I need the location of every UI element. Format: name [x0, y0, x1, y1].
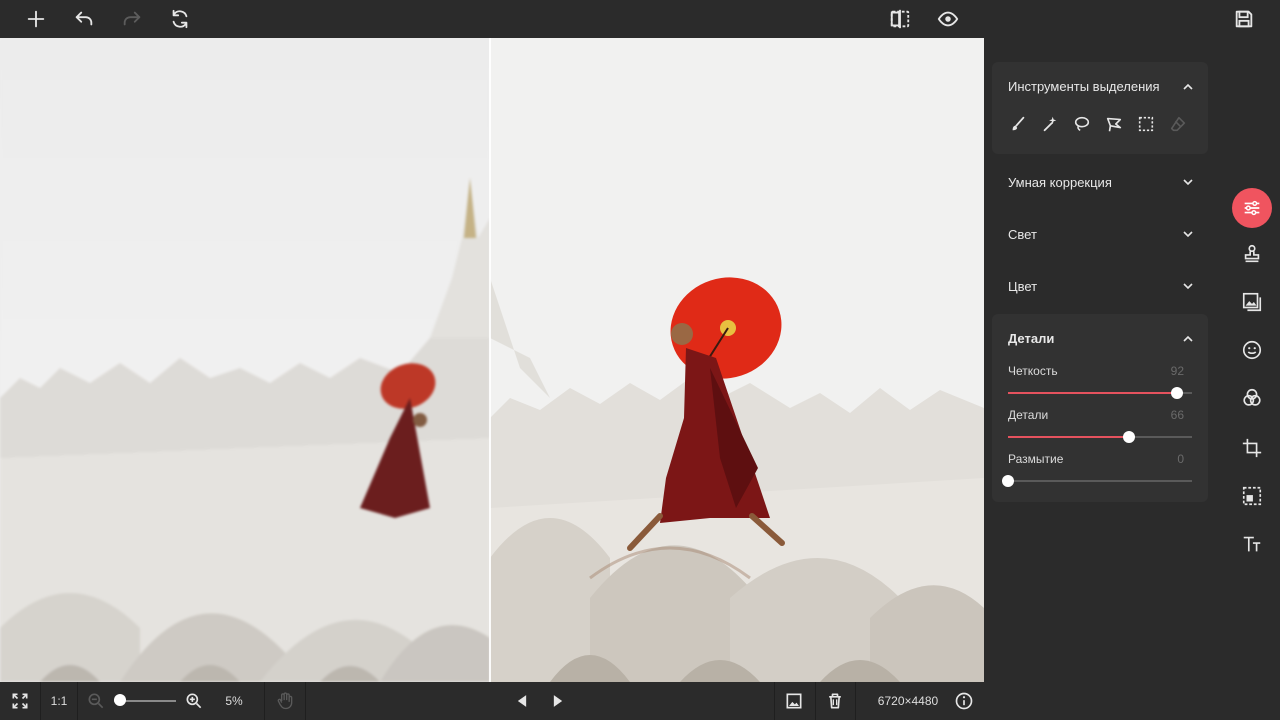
adjustments-panel: Инструменты выделения Умная коррекция Св…	[984, 38, 1224, 720]
tool-rail	[1224, 38, 1280, 720]
details-label: Детали	[1008, 408, 1049, 422]
details-value: 66	[1170, 408, 1184, 422]
smart-correction-section[interactable]: Умная коррекция	[992, 162, 1208, 202]
blur-value: 0	[1177, 452, 1184, 466]
compare-divider[interactable]	[489, 38, 491, 682]
smart-correction-title[interactable]: Умная коррекция	[1008, 175, 1112, 190]
clarity-label: Четкость	[1008, 364, 1058, 378]
hand-icon[interactable]	[272, 682, 298, 720]
compare-icon[interactable]	[886, 5, 914, 33]
clarity-value: 92	[1170, 364, 1184, 378]
light-section[interactable]: Свет	[992, 214, 1208, 254]
zoom-level: 5%	[225, 694, 243, 708]
chevron-down-icon[interactable]	[1182, 280, 1194, 292]
color-circles-icon[interactable]	[1232, 378, 1272, 418]
image-icon[interactable]	[1232, 282, 1272, 322]
text-icon[interactable]	[1232, 524, 1272, 564]
clarity-slider[interactable]	[1008, 387, 1192, 399]
rect-select-icon[interactable]	[1136, 114, 1156, 134]
eraser-icon[interactable]	[1168, 114, 1188, 134]
undo-icon[interactable]	[70, 5, 98, 33]
transform-icon[interactable]	[1232, 476, 1272, 516]
details-section: Детали Четкость 92 Детали 66 Размытие 0	[992, 314, 1208, 502]
eye-icon[interactable]	[934, 5, 962, 33]
crop-icon[interactable]	[1232, 428, 1272, 468]
polygon-lasso-icon[interactable]	[1104, 114, 1124, 134]
photo-before	[0, 38, 490, 682]
save-icon[interactable]	[1230, 5, 1258, 33]
trash-icon[interactable]	[822, 682, 848, 720]
bottom-toolbar: 1:1 5% 6720×4480	[0, 682, 984, 720]
one-to-one-button[interactable]: 1:1	[41, 682, 77, 720]
color-section[interactable]: Цвет	[992, 266, 1208, 306]
face-icon[interactable]	[1232, 330, 1272, 370]
selection-tools-section: Инструменты выделения	[992, 62, 1208, 154]
chevron-up-icon[interactable]	[1182, 333, 1194, 345]
prev-image-icon[interactable]	[510, 682, 534, 720]
reset-icon[interactable]	[166, 5, 194, 33]
zoom-in-icon[interactable]	[182, 682, 206, 720]
magic-wand-icon[interactable]	[1040, 114, 1060, 134]
chevron-down-icon[interactable]	[1182, 228, 1194, 240]
lasso-icon[interactable]	[1072, 114, 1092, 134]
details-slider[interactable]	[1008, 431, 1192, 443]
details-title[interactable]: Детали	[1008, 331, 1054, 346]
stamp-icon[interactable]	[1232, 234, 1272, 274]
redo-icon[interactable]	[118, 5, 146, 33]
photo-canvas[interactable]	[0, 38, 984, 682]
photo-after	[490, 38, 984, 682]
plus-icon[interactable]	[22, 5, 50, 33]
top-toolbar	[0, 0, 1280, 38]
brush-icon[interactable]	[1008, 114, 1028, 134]
next-image-icon[interactable]	[546, 682, 570, 720]
chevron-up-icon[interactable]	[1182, 81, 1194, 93]
info-icon[interactable]	[952, 682, 976, 720]
selection-tools-title[interactable]: Инструменты выделения	[1008, 79, 1160, 94]
color-title[interactable]: Цвет	[1008, 279, 1037, 294]
blur-slider[interactable]	[1002, 475, 1192, 487]
zoom-slider[interactable]	[114, 682, 176, 720]
fit-screen-icon[interactable]	[0, 682, 40, 720]
adjust-icon[interactable]	[1232, 188, 1272, 228]
blur-label: Размытие	[1008, 452, 1064, 466]
zoom-out-icon[interactable]	[84, 682, 108, 720]
chevron-down-icon[interactable]	[1182, 176, 1194, 188]
image-icon[interactable]	[780, 682, 808, 720]
image-dimensions: 6720×4480	[877, 694, 939, 708]
light-title[interactable]: Свет	[1008, 227, 1037, 242]
